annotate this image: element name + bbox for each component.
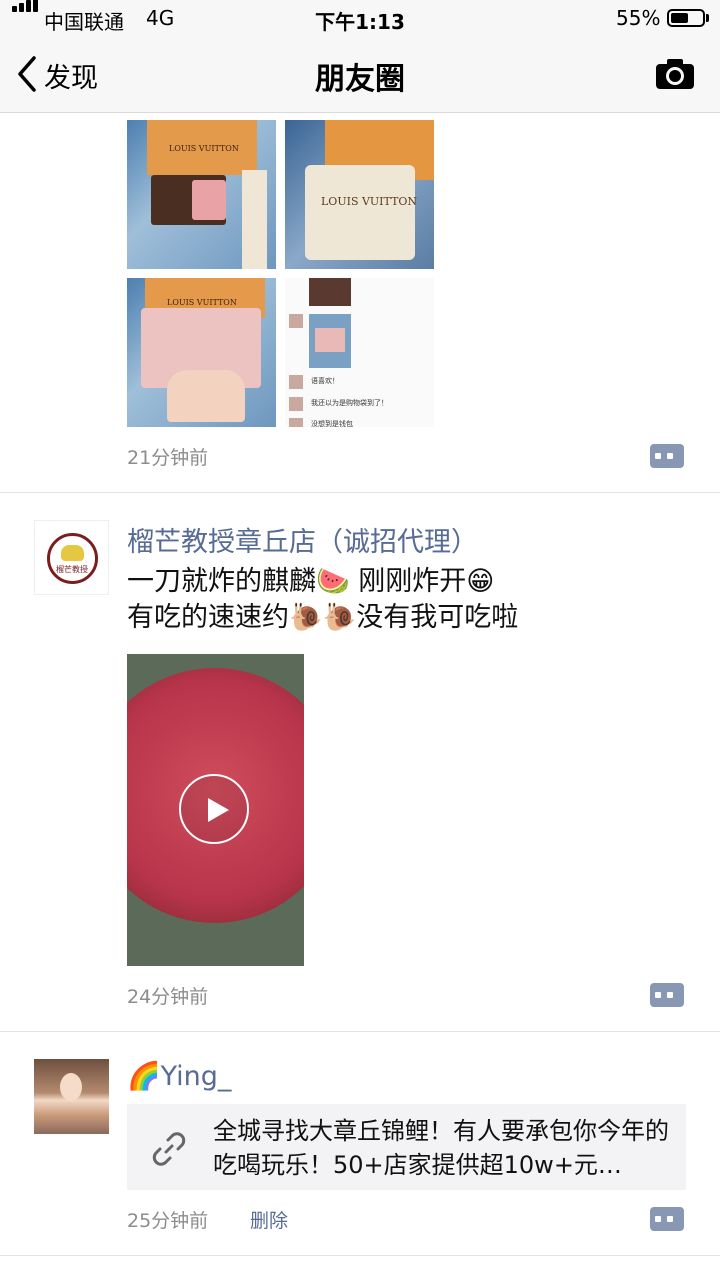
chat-avatar [289,314,303,328]
box-side [242,170,267,269]
camera-button[interactable] [655,58,695,94]
chat-line: 没想到是钱包 [311,420,353,427]
battery-fill [671,13,688,23]
post-divider [0,1255,720,1256]
dust-bag [305,165,415,260]
wallet-flap [192,180,226,220]
avatar[interactable] [34,1059,109,1134]
link-card[interactable]: 全城寻找大章丘锦鲤！有人要承包你今年的吃喝玩乐！50+店家提供超10w+元… [127,1104,686,1190]
brand-text: LOUIS VUITTON [167,298,237,307]
post-image-3[interactable]: LOUIS VUITTON [127,278,276,427]
post-text-line2: 有吃的速速约🐌🐌没有我可吃啦 [127,602,519,633]
clock: 下午1:13 [315,10,405,34]
post-image-2[interactable]: LOUIS VUITTON [285,120,434,269]
post-author[interactable]: 🌈Ying_ [127,1060,231,1092]
play-icon [208,798,229,822]
link-icon [152,1132,186,1166]
comment-button[interactable] [650,444,684,468]
link-title: 全城寻找大章丘锦鲤！有人要承包你今年的吃喝玩乐！50+店家提供超10w+元… [213,1117,669,1179]
battery-tip [706,14,709,22]
post-time: 25分钟前 [127,1210,209,1232]
avatar-face [60,1073,82,1101]
chat-avatar [289,418,303,427]
chat-thumb [309,278,351,306]
avatar-logo: 榴芒教授 [47,533,98,584]
battery-icon [667,9,705,27]
hand [167,370,245,422]
avatar-text: 榴芒教授 [56,565,88,574]
post-image-4[interactable]: 语喜欢！ 我还以为是购物袋到了！ 没想到是钱包 [285,278,434,427]
post-text-line1: 一刀就炸的麒麟🍉 刚刚炸开😁 [127,566,495,597]
chat-thumb-wallet [315,328,345,352]
post-divider [0,1031,720,1032]
post-divider [0,492,720,493]
chat-line: 语喜欢！ [311,377,339,385]
avatar[interactable]: 榴芒教授 [34,520,109,595]
comment-button[interactable] [650,1207,684,1231]
post-author[interactable]: 榴芒教授章丘店（诚招代理） [127,520,478,559]
comment-button[interactable] [650,983,684,1007]
brand-text: LOUIS VUITTON [169,144,239,153]
play-button[interactable] [179,774,249,844]
durian-icon [61,545,84,561]
page-title: 朋友圈 [315,62,405,97]
delete-button[interactable]: 删除 [250,1206,288,1233]
post-video[interactable] [127,654,304,966]
chat-avatar [289,375,303,389]
battery-percent: 55% [616,6,661,30]
chat-avatar [289,397,303,411]
chat-line: 我还以为是购物袋到了！ [311,399,388,407]
post-image-1[interactable]: LOUIS VUITTON [127,120,276,269]
camera-icon [656,59,694,89]
brand-text: LOUIS VUITTON [321,195,418,208]
post-time: 24分钟前 [127,986,209,1008]
post-time: 21分钟前 [127,447,209,469]
